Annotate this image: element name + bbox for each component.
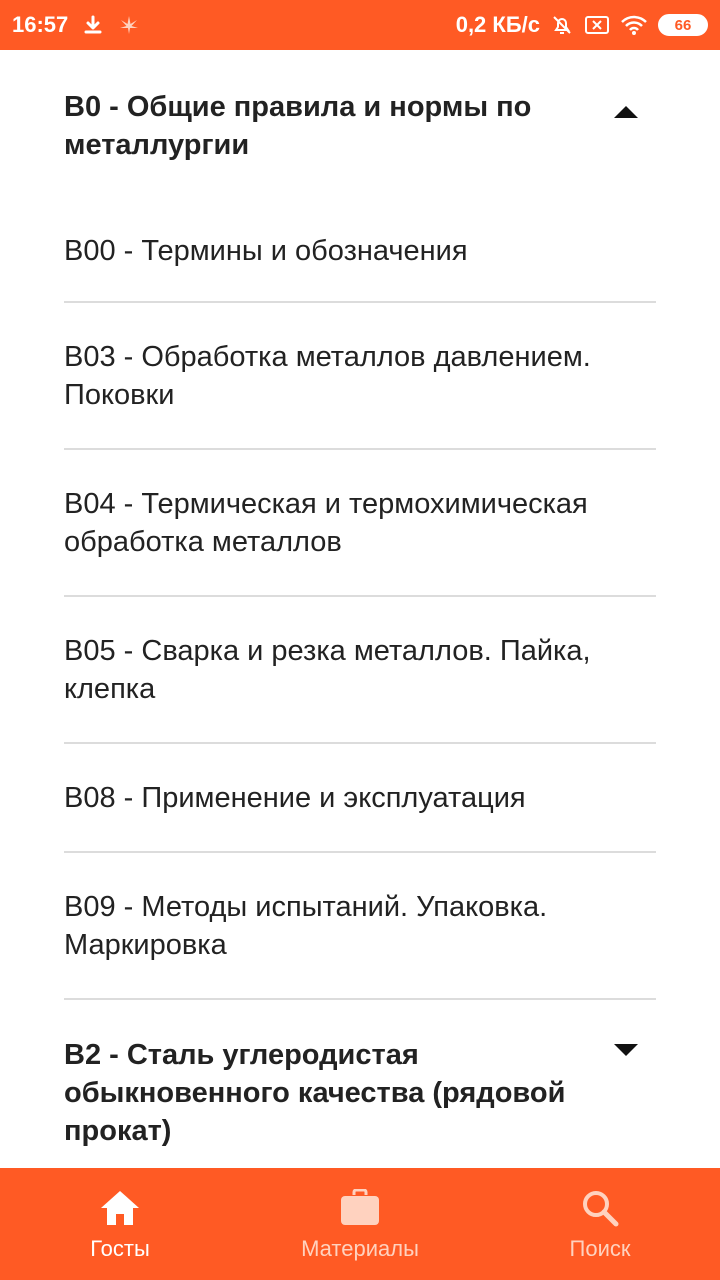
group-title: В2 - Сталь углеродистая обыкновенного ка… [64, 1039, 566, 1147]
nav-materials[interactable]: Материалы [240, 1168, 480, 1280]
list-item[interactable]: В00 - Термины и обозначения [64, 200, 656, 303]
sim-x-icon [584, 14, 610, 36]
cannabis-icon [118, 14, 140, 36]
list-item-label: В04 - Термическая и термохимическая обра… [64, 487, 588, 558]
nav-label: Госты [90, 1236, 150, 1261]
download-icon [82, 14, 104, 36]
battery-icon: 66 [658, 14, 708, 36]
list-item[interactable]: В09 - Методы испытаний. Упаковка. Маркир… [64, 853, 656, 1000]
list-item[interactable]: В04 - Термическая и термохимическая обра… [64, 450, 656, 597]
list-item[interactable]: В08 - Применение и эксплуатация [64, 744, 656, 853]
chevron-up-icon [614, 106, 638, 118]
gost-list: В0 - Общие правила и нормы по металлурги… [0, 50, 720, 1168]
list-item-label: В05 - Сварка и резка металлов. Пайка, кл… [64, 634, 591, 705]
status-time: 16:57 [12, 12, 69, 37]
nav-gosts[interactable]: Госты [0, 1168, 240, 1280]
status-bar: 16:57 0,2 КБ/с 66 [0, 0, 720, 50]
group-header-b2[interactable]: В2 - Сталь углеродистая обыкновенного ка… [0, 1036, 720, 1150]
list-item[interactable]: В05 - Сварка и резка металлов. Пайка, кл… [64, 597, 656, 744]
briefcase-icon [338, 1186, 382, 1230]
alarm-off-icon [550, 13, 574, 37]
home-icon [98, 1186, 142, 1230]
group-title: В0 - Общие правила и нормы по металлурги… [64, 91, 532, 161]
group-header-b0[interactable]: В0 - Общие правила и нормы по металлурги… [0, 50, 720, 200]
list-item[interactable]: В03 - Обработка металлов давлением. Поко… [64, 303, 656, 450]
list-item-label: В00 - Термины и обозначения [64, 234, 468, 267]
list-item-label: В03 - Обработка металлов давлением. Поко… [64, 340, 591, 411]
wifi-icon [620, 14, 648, 36]
nav-label: Поиск [569, 1236, 631, 1261]
nav-search[interactable]: Поиск [480, 1168, 720, 1280]
chevron-down-icon [614, 1044, 638, 1056]
search-icon [578, 1186, 622, 1230]
network-speed: 0,2 КБ/с [455, 12, 540, 37]
list-item-label: В08 - Применение и эксплуатация [64, 781, 526, 814]
bottom-nav: Госты Материалы Поиск [0, 1168, 720, 1280]
list-item-label: В09 - Методы испытаний. Упаковка. Маркир… [64, 890, 548, 961]
nav-label: Материалы [301, 1236, 419, 1261]
